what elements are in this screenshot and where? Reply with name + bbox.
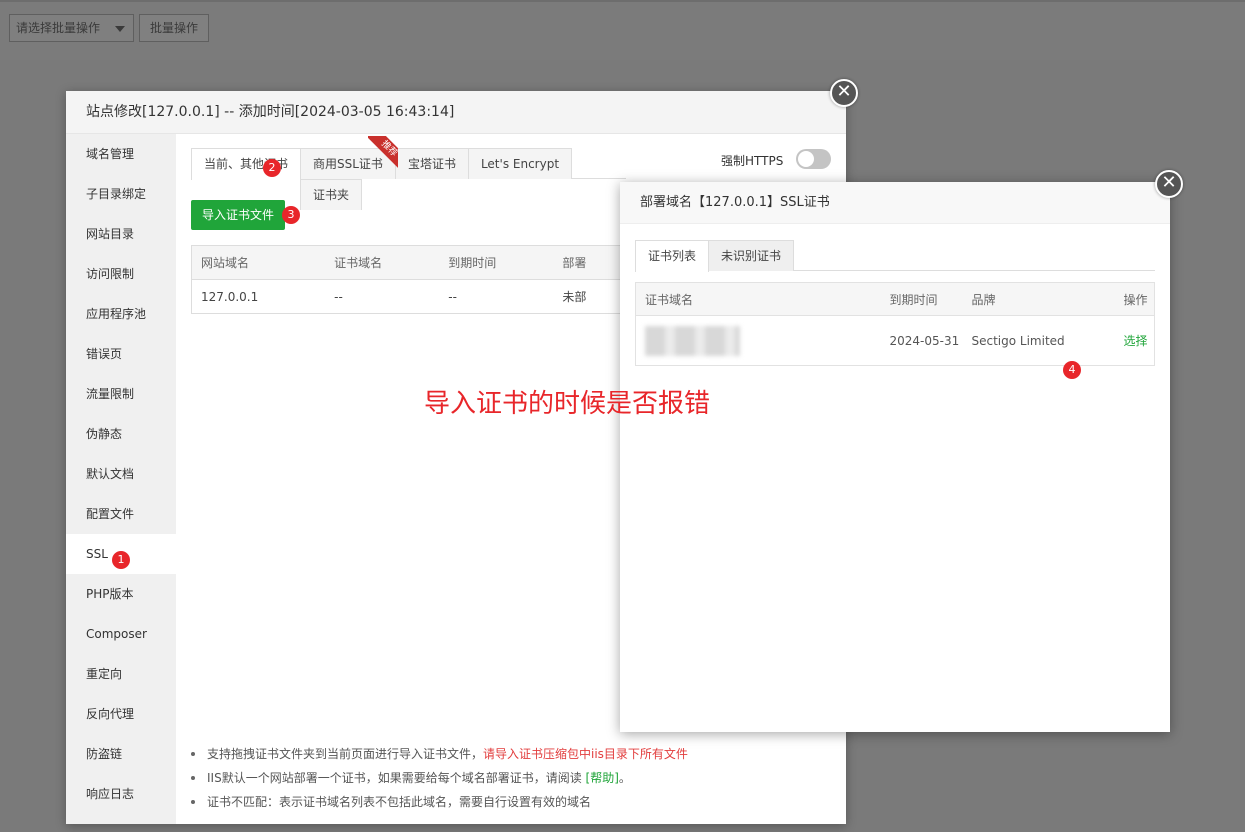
redacted-domain bbox=[645, 325, 740, 356]
help-link[interactable]: [帮助] bbox=[586, 771, 619, 785]
tab-current-cert[interactable]: 当前、其他证书 bbox=[191, 148, 302, 180]
sidebar-item-error-page[interactable]: 错误页 bbox=[66, 334, 176, 374]
tab-bt-cert[interactable]: 宝塔证书 bbox=[394, 148, 469, 179]
sidebar-item-domain[interactable]: 域名管理 bbox=[66, 134, 176, 174]
table-row: 2024-05-31 Sectigo Limited 选择 bbox=[636, 316, 1155, 366]
force-https-toggle[interactable] bbox=[796, 149, 831, 169]
recommend-ribbon: 推荐 bbox=[368, 136, 398, 180]
cell-deploy: 未部 bbox=[562, 290, 587, 304]
cell-expiry: -- bbox=[448, 289, 457, 304]
sidebar-item-subdir[interactable]: 子目录绑定 bbox=[66, 174, 176, 214]
help-notes: 支持拖拽证书文件夹到当前页面进行导入证书文件，请导入证书压缩包中iis目录下所有… bbox=[191, 742, 841, 814]
cell-cert-domain-redacted bbox=[636, 316, 881, 366]
ssl-modal-tabs: 证书列表 未识别证书 bbox=[635, 240, 1155, 272]
col-cert-domain: 证书域名 bbox=[325, 245, 440, 280]
col-deploy: 部署 bbox=[553, 245, 621, 280]
step-badge-3: 3 bbox=[282, 206, 300, 224]
cert-list-table: 证书域名 到期时间 品牌 操作 2024-05-31 Sectigo Limit… bbox=[635, 282, 1155, 366]
note-item: 支持拖拽证书文件夹到当前页面进行导入证书文件，请导入证书压缩包中iis目录下所有… bbox=[191, 742, 841, 766]
note-2-text: IIS默认一个网站部署一个证书，如果需要给每个域名部署证书，请阅读 bbox=[207, 771, 586, 785]
sidebar-item-composer[interactable]: Composer bbox=[66, 614, 176, 654]
tab-unrecognized-cert[interactable]: 未识别证书 bbox=[708, 240, 795, 271]
batch-select-placeholder: 请选择批量操作 bbox=[16, 21, 101, 35]
sidebar-item-traffic-limit[interactable]: 流量限制 bbox=[66, 374, 176, 414]
sidebar-item-hotlink[interactable]: 防盗链 bbox=[66, 734, 176, 774]
top-toolbar: 请选择批量操作 批量操作 bbox=[0, 0, 1245, 60]
close-icon[interactable]: ✕ bbox=[1155, 170, 1183, 198]
cell-action: 选择 bbox=[1115, 316, 1155, 366]
table-header-row: 证书域名 到期时间 品牌 操作 bbox=[635, 282, 1155, 316]
ssl-cert-modal: 部署域名【127.0.0.1】SSL证书 证书列表 未识别证书 证书域名 到期时… bbox=[620, 182, 1170, 732]
sidebar-item-response-log[interactable]: 响应日志 bbox=[66, 774, 176, 814]
recommend-ribbon-label: 推荐 bbox=[368, 136, 398, 172]
note-3-text: 证书不匹配：表示证书域名列表不包括此域名，需要自行设置有效的域名 bbox=[207, 795, 592, 809]
note-1-text: 支持拖拽证书文件夹到当前页面进行导入证书文件， bbox=[207, 747, 484, 761]
sidebar-item-reverse-proxy[interactable]: 反向代理 bbox=[66, 694, 176, 734]
sidebar-item-redirect[interactable]: 重定向 bbox=[66, 654, 176, 694]
col-brand: 品牌 bbox=[962, 282, 1115, 316]
sidebar-item-access-limit[interactable]: 访问限制 bbox=[66, 254, 176, 294]
chevron-down-icon bbox=[115, 26, 125, 32]
batch-operation-button[interactable]: 批量操作 bbox=[139, 14, 209, 42]
step-badge-1: 1 bbox=[112, 551, 130, 569]
ssl-modal-title: 部署域名【127.0.0.1】SSL证书 bbox=[620, 182, 1170, 224]
table-header-row: 网站域名 证书域名 到期时间 部署 bbox=[191, 245, 621, 280]
sidebar-item-rewrite[interactable]: 伪静态 bbox=[66, 414, 176, 454]
toggle-knob bbox=[798, 151, 814, 167]
tab-cert-folder[interactable]: 证书夹 bbox=[300, 179, 363, 210]
batch-operation-select[interactable]: 请选择批量操作 bbox=[9, 14, 134, 42]
tab-lets-encrypt[interactable]: Let's Encrypt bbox=[467, 148, 573, 179]
sidebar-item-default-doc[interactable]: 默认文档 bbox=[66, 454, 176, 494]
cell-expiry: 2024-05-31 bbox=[889, 333, 960, 348]
note-2-end: 。 bbox=[618, 771, 631, 785]
col-expiry: 到期时间 bbox=[880, 282, 963, 316]
note-item: 证书不匹配：表示证书域名列表不包括此域名，需要自行设置有效的域名 bbox=[191, 790, 841, 814]
col-action: 操作 bbox=[1114, 282, 1155, 316]
col-expiry: 到期时间 bbox=[439, 245, 554, 280]
close-icon[interactable]: ✕ bbox=[830, 79, 858, 107]
tab-cert-list[interactable]: 证书列表 bbox=[635, 240, 710, 272]
site-cert-table: 网站域名 证书域名 到期时间 部署 127.0.0.1 -- -- 未部 bbox=[191, 245, 621, 314]
sidebar-item-app-pool[interactable]: 应用程序池 bbox=[66, 294, 176, 334]
cell-brand: Sectigo Limited bbox=[971, 333, 1065, 348]
annotation-text: 导入证书的时候是否报错 bbox=[424, 389, 711, 419]
import-cert-button[interactable]: 导入证书文件 bbox=[191, 200, 285, 230]
sidebar-item-config-file[interactable]: 配置文件 bbox=[66, 494, 176, 534]
modal-title: 站点修改[127.0.0.1] -- 添加时间[2024-03-05 16:43… bbox=[66, 91, 846, 134]
note-1-warning: 请导入证书压缩包中iis目录下所有文件 bbox=[483, 747, 688, 761]
col-cert-domain: 证书域名 bbox=[635, 282, 881, 316]
sidebar-item-php-version[interactable]: PHP版本 bbox=[66, 574, 176, 614]
table-row: 127.0.0.1 -- -- 未部 bbox=[192, 280, 621, 314]
cell-cert-domain: -- bbox=[334, 289, 343, 304]
step-badge-2: 2 bbox=[263, 159, 281, 177]
step-badge-4: 4 bbox=[1063, 361, 1081, 379]
cell-site-domain: 127.0.0.1 bbox=[201, 289, 259, 304]
note-item: IIS默认一个网站部署一个证书，如果需要给每个域名部署证书，请阅读 [帮助]。 bbox=[191, 766, 841, 790]
col-site-domain: 网站域名 bbox=[191, 245, 326, 280]
sidebar-item-site-dir[interactable]: 网站目录 bbox=[66, 214, 176, 254]
ssl-tabs: 当前、其他证书 商用SSL证书 宝塔证书 Let's Encrypt 证书夹 bbox=[191, 148, 626, 210]
select-cert-link[interactable]: 选择 bbox=[1124, 334, 1148, 348]
force-https-label: 强制HTTPS bbox=[721, 154, 784, 168]
settings-sidebar: 域名管理 子目录绑定 网站目录 访问限制 应用程序池 错误页 流量限制 伪静态 … bbox=[66, 134, 176, 824]
